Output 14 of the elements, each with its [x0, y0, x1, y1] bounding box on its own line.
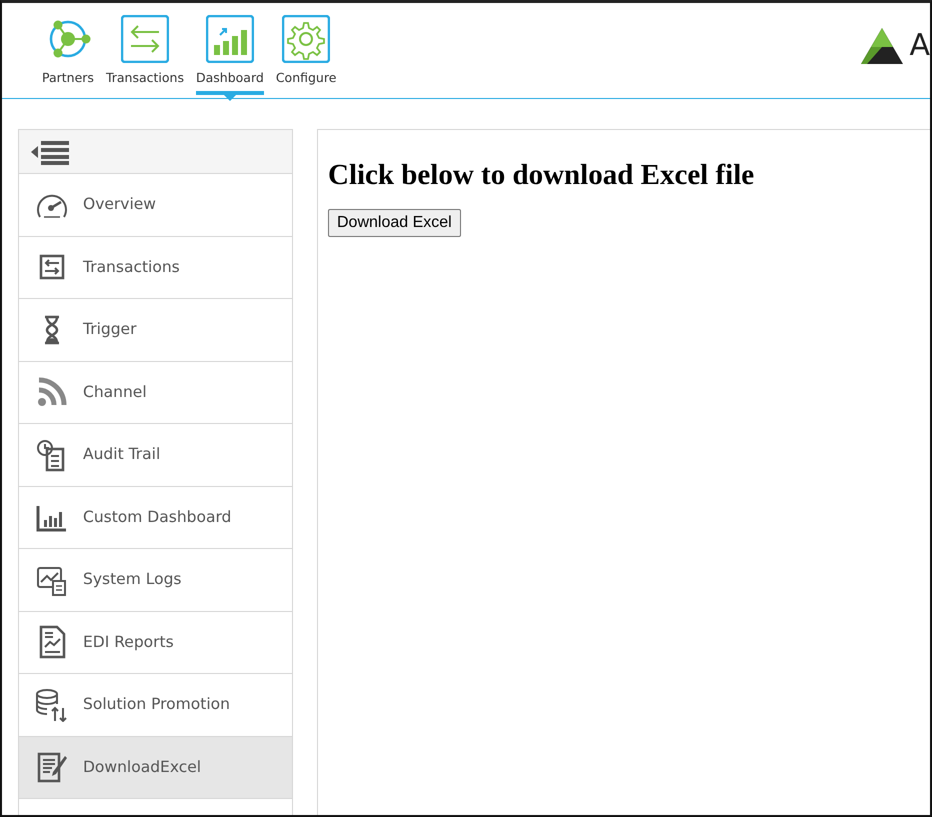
nav-tab[interactable]: Transactions: [106, 3, 184, 95]
nav-tab[interactable]: Configure: [276, 3, 336, 95]
edit-document-icon: [35, 750, 69, 784]
logo-icon: [859, 26, 906, 66]
database-transfer-icon: [35, 688, 69, 722]
download-button[interactable]: Download Excel: [328, 208, 461, 237]
logo-text: A: [909, 27, 930, 65]
page-heading: Click below to download Excel file: [328, 158, 756, 193]
sidebar-item[interactable]: DownloadExcel: [19, 736, 292, 799]
dashboard-icon: [206, 15, 254, 63]
collapse-menu-icon[interactable]: [31, 138, 71, 164]
transactions-icon: [120, 15, 169, 63]
gear-icon: [282, 15, 330, 63]
nav-tab[interactable]: Partners: [42, 3, 94, 95]
